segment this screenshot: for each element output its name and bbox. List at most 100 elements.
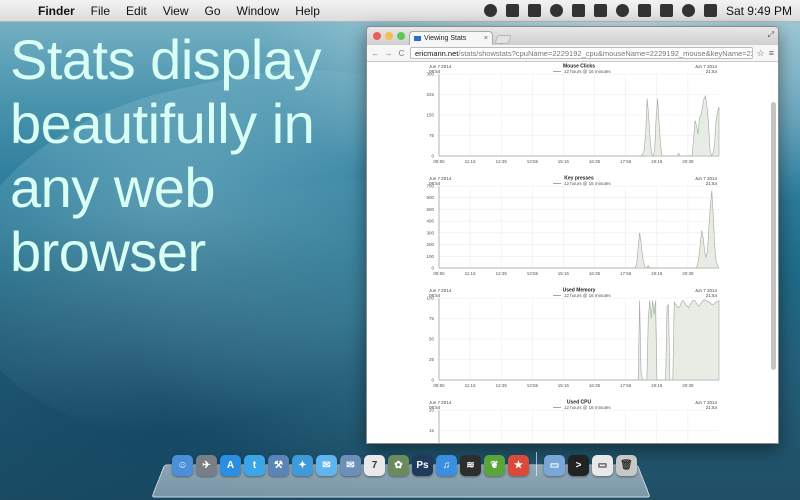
mail-icon[interactable]: ✉ [340, 455, 361, 476]
y-tick-label: 600 [426, 195, 434, 200]
window-controls [373, 32, 405, 40]
x-tick-label: 15:15 [558, 383, 570, 388]
favicon-icon [414, 36, 421, 41]
y-tick-label: 100 [426, 254, 434, 259]
launchpad-icon[interactable]: ✈ [196, 455, 217, 476]
x-tick-label: 20:35 [682, 383, 694, 388]
sync-icon[interactable] [527, 4, 541, 17]
x-tick-label: 11:15 [465, 271, 476, 276]
y-tick-label: 15 [429, 428, 435, 433]
battery-icon[interactable] [681, 4, 695, 17]
y-tick-label: 300 [426, 72, 434, 77]
bluetooth-icon[interactable] [637, 4, 651, 17]
wunderlist-icon[interactable]: ★ [508, 455, 529, 476]
chart-end-time: 21:54 [706, 405, 718, 410]
headline-line: beautifully in [10, 92, 315, 155]
x-tick-label: 12:35 [496, 383, 508, 388]
y-tick-label: 500 [426, 207, 434, 212]
menu-view[interactable]: View [155, 4, 197, 18]
display-icon[interactable] [615, 4, 629, 17]
finder-icon[interactable]: ☺ [172, 455, 193, 476]
spotify-icon[interactable]: ≋ [460, 455, 481, 476]
x-tick-label: 09:55 [433, 383, 445, 388]
dock: ☺ ✈ At ⚒ ✦ ✉ ✉ 7 ✿ Ps ♫ ≋ ❦ ★ ▭ > ▭ 🗑 [172, 444, 637, 476]
y-tick-label: 75 [429, 316, 435, 321]
y-tick-label: 75 [429, 133, 435, 138]
chart-end-time: 21:54 [706, 293, 718, 298]
x-tick-label: 17:55 [620, 271, 632, 276]
applications-folder-icon[interactable]: ▭ [544, 455, 565, 476]
twitter-icon[interactable]: t [244, 455, 265, 476]
address-bar[interactable]: ericmann.net/stats/showstats?cpuName=222… [410, 47, 753, 59]
x-tick-label: 11:15 [465, 159, 476, 164]
appstore-icon[interactable]: A [220, 455, 241, 476]
menu-finder[interactable]: Finder [30, 4, 83, 18]
airplay-icon[interactable] [549, 4, 563, 17]
chart-end-time: 21:54 [706, 181, 718, 186]
x-tick-label: 09:55 [433, 271, 445, 276]
tab-viewing-stats[interactable]: Viewing Stats × [409, 31, 493, 45]
new-tab-button[interactable] [494, 35, 512, 44]
zoom-window-button[interactable] [397, 32, 405, 40]
chart-area-series [439, 94, 720, 157]
x-tick-label: 20:35 [682, 159, 694, 164]
photoshop-icon[interactable]: Ps [412, 455, 433, 476]
x-tick-label: 16:35 [589, 159, 601, 164]
volume-icon[interactable] [659, 4, 673, 17]
dropbox-icon[interactable] [505, 4, 519, 17]
fullscreen-icon[interactable]: ⤢ [768, 30, 774, 40]
headline-line: browser [10, 220, 206, 283]
x-tick-label: 16:35 [589, 383, 601, 388]
y-tick-label: 20 [429, 408, 435, 413]
tab-title: Viewing Stats [424, 35, 467, 42]
chart-subtitle: 12 hours @ 16 minutes [564, 293, 611, 298]
calendar-icon[interactable]: 7 [364, 455, 385, 476]
chart-area-series [439, 299, 720, 381]
itunes-icon[interactable]: ♫ [436, 455, 457, 476]
close-window-button[interactable] [373, 32, 381, 40]
flag-icon[interactable] [703, 4, 717, 17]
browser-window: Viewing Stats × ⤢ ← → C ericmann.net/sta… [366, 26, 779, 444]
page-content: Jun 7 2014 09:54 Jun 7 2014 21:54 Mouse Clic… [367, 62, 778, 443]
x-tick-label: 17:55 [620, 159, 632, 164]
back-button[interactable]: ← [371, 49, 380, 58]
menu-clock[interactable]: Sat 9:49 PM [726, 4, 792, 18]
y-tick-label: 200 [426, 242, 434, 247]
browser-toolbar: ← → C ericmann.net/stats/showstats?cpuNa… [367, 45, 778, 62]
x-tick-label: 13:55 [527, 383, 539, 388]
x-tick-label: 12:35 [496, 159, 508, 164]
close-tab-icon[interactable]: × [484, 35, 488, 42]
evernote-icon[interactable] [483, 4, 497, 17]
x-tick-label: 20:35 [682, 271, 694, 276]
evernote-icon[interactable]: ❦ [484, 455, 505, 476]
menu-edit[interactable]: Edit [118, 4, 155, 18]
timemachine-icon[interactable] [593, 4, 607, 17]
terminal-icon[interactable]: > [568, 455, 589, 476]
browser-menu-icon[interactable]: ≡ [769, 48, 774, 58]
photos-icon[interactable]: ✿ [388, 455, 409, 476]
dock-separator [536, 452, 537, 476]
browser-titlebar[interactable]: Viewing Stats × ⤢ [367, 27, 778, 45]
stats-charts: Jun 7 201409:54Jun 7 201421:54Mouse Clic… [426, 64, 720, 443]
forward-button[interactable]: → [384, 49, 393, 58]
x-tick-label: 12:35 [496, 271, 508, 276]
downloads-folder-icon[interactable]: ▭ [592, 455, 613, 476]
x-tick-label: 13:55 [527, 271, 539, 276]
x-tick-label: 13:55 [527, 159, 539, 164]
page-scrollbar[interactable] [771, 102, 776, 370]
xcode-icon[interactable]: ⚒ [268, 455, 289, 476]
menu-window[interactable]: Window [229, 4, 288, 18]
bookmark-star-icon[interactable]: ☆ [757, 48, 765, 59]
messages-icon[interactable]: ✉ [316, 455, 337, 476]
x-tick-label: 11:15 [465, 383, 476, 388]
trash-icon[interactable]: 🗑 [616, 455, 637, 476]
menu-go[interactable]: Go [197, 4, 229, 18]
reload-button[interactable]: C [397, 49, 406, 58]
menu-file[interactable]: File [83, 4, 118, 18]
y-tick-label: 300 [426, 230, 434, 235]
headline-line: Stats display [10, 28, 322, 91]
minimize-window-button[interactable] [385, 32, 393, 40]
wifi-icon[interactable] [571, 4, 585, 17]
menu-help[interactable]: Help [287, 4, 328, 18]
safari-icon[interactable]: ✦ [292, 455, 313, 476]
